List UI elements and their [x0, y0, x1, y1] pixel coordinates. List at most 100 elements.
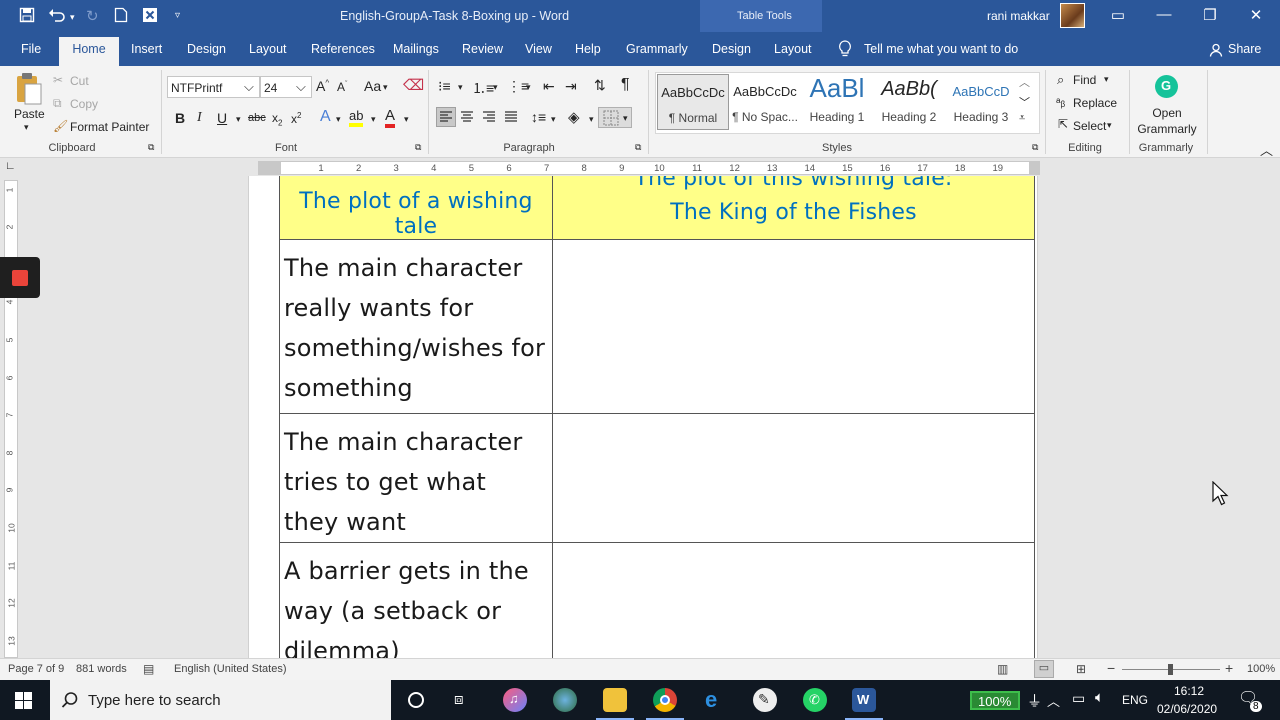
word-icon[interactable]: W — [852, 688, 876, 712]
shrink-font-icon[interactable]: Aˇ — [337, 80, 347, 94]
tab-review[interactable]: Review — [462, 42, 503, 56]
styles-scroll-up-icon[interactable]: ︿ — [1019, 74, 1030, 90]
screen-record-button[interactable] — [0, 257, 40, 298]
styles-scroll-down-icon[interactable]: ﹀ — [1019, 94, 1030, 110]
clipboard-launcher-icon[interactable]: ⧉ — [148, 142, 154, 153]
globe-app-icon[interactable] — [553, 688, 577, 712]
battery-indicator[interactable]: 100% — [970, 691, 1020, 710]
tab-insert[interactable]: Insert — [131, 42, 162, 56]
zoom-level[interactable]: 100% — [1247, 663, 1275, 675]
align-right-icon[interactable] — [480, 108, 498, 129]
align-left-icon[interactable] — [436, 107, 456, 127]
tab-mailings[interactable]: Mailings — [393, 42, 439, 56]
clock-time[interactable]: 16:12 — [1174, 684, 1204, 698]
text-effects-icon[interactable]: A — [320, 108, 331, 126]
minimize-icon[interactable]: — — [1154, 6, 1174, 23]
format-painter-button[interactable]: Format Painter — [70, 120, 149, 134]
tab-grammarly[interactable]: Grammarly — [626, 42, 688, 56]
underline-icon[interactable]: U — [217, 110, 227, 126]
clear-formatting-icon[interactable]: ⌫ — [403, 76, 424, 94]
tab-home[interactable]: Home — [59, 37, 119, 66]
paste-button[interactable]: Paste — [14, 107, 45, 121]
tell-me-search[interactable]: Tell me what you want to do — [864, 42, 1018, 56]
borders-button[interactable]: ▾ — [598, 107, 632, 128]
vertical-ruler[interactable]: 12345678910111213 — [4, 180, 18, 658]
close-icon[interactable]: ✕ — [1246, 6, 1266, 24]
shading-dropdown-icon[interactable]: ▾ — [589, 114, 594, 125]
grow-font-icon[interactable]: A^ — [316, 78, 329, 94]
table-cell[interactable]: The main character really wants for some… — [279, 239, 553, 414]
line-spacing-dropdown-icon[interactable]: ▾ — [551, 114, 556, 125]
user-name[interactable]: rani makkar — [987, 9, 1050, 23]
share-button[interactable]: Share — [1228, 42, 1261, 56]
style-heading-2[interactable]: AaBb( Heading 2 — [873, 74, 945, 130]
tab-file[interactable]: File — [21, 42, 41, 56]
whatsapp-icon[interactable]: ✆ — [803, 688, 827, 712]
web-layout-icon[interactable]: ⊞ — [1076, 662, 1086, 676]
chrome-icon[interactable] — [653, 688, 677, 712]
tab-references[interactable]: References — [311, 42, 375, 56]
zoom-out-icon[interactable]: − — [1107, 660, 1115, 676]
open-grammarly-button[interactable]: Open Grammarly — [1134, 105, 1200, 137]
proofing-icon[interactable]: ▤ — [143, 662, 154, 676]
avatar[interactable] — [1060, 3, 1085, 28]
font-launcher-icon[interactable]: ⧉ — [415, 142, 421, 153]
font-color-icon[interactable]: A — [385, 108, 396, 128]
borders-dropdown-icon[interactable]: ▾ — [623, 113, 628, 124]
paste-dropdown-icon[interactable]: ▾ — [24, 122, 29, 133]
redo-icon[interactable]: ↻ — [86, 7, 99, 25]
align-center-icon[interactable] — [458, 108, 476, 129]
document-table[interactable]: The plot of a wishing tale The plot of t… — [279, 176, 1035, 658]
styles-more-icon[interactable]: ⩡ — [1019, 112, 1025, 125]
ribbon-display-options-icon[interactable]: ▭ — [1108, 6, 1128, 24]
highlight-icon[interactable]: ab — [349, 109, 364, 127]
header-cell-right[interactable]: The plot of this wishing tale: The King … — [552, 176, 1035, 240]
new-document-icon[interactable] — [114, 7, 128, 27]
table-cell[interactable] — [552, 542, 1035, 658]
table-cell[interactable] — [552, 413, 1035, 543]
document-page[interactable]: The plot of a wishing tale The plot of t… — [248, 176, 1038, 658]
style-heading-1[interactable]: AaBl Heading 1 — [801, 73, 873, 130]
table-cell[interactable] — [552, 239, 1035, 414]
cut-button[interactable]: Cut — [70, 74, 89, 88]
cortana-icon[interactable] — [408, 692, 424, 708]
underline-dropdown-icon[interactable]: ▾ — [236, 114, 241, 125]
paragraph-launcher-icon[interactable]: ⧉ — [635, 142, 641, 153]
zoom-slider-thumb[interactable] — [1168, 664, 1173, 675]
share-icon[interactable] — [1209, 43, 1223, 60]
shading-icon[interactable]: ◈ — [568, 108, 580, 126]
grammarly-icon[interactable]: G — [1155, 75, 1178, 98]
show-formatting-icon[interactable]: ¶ — [621, 76, 630, 94]
collapse-ribbon-icon[interactable]: ︿ — [1260, 140, 1273, 159]
show-hidden-icons-icon[interactable]: ︿ — [1047, 691, 1060, 710]
itunes-icon[interactable]: ♫ — [503, 688, 527, 712]
bullets-dropdown-icon[interactable]: ▾ — [458, 82, 463, 93]
windows-start-icon[interactable] — [15, 692, 32, 712]
font-size-input[interactable]: 24 ⌵ — [260, 76, 312, 98]
replace-button[interactable]: Replace — [1073, 96, 1117, 110]
numbering-dropdown-icon[interactable]: ▾ — [493, 82, 498, 93]
table-cell[interactable]: The main character tries to get what the… — [279, 413, 553, 543]
strikethrough-icon[interactable]: abc — [248, 112, 266, 124]
read-mode-icon[interactable]: ▥ — [997, 662, 1008, 676]
font-name-input[interactable]: NTFPrintf ⌵ — [167, 76, 260, 98]
tab-layout[interactable]: Layout — [249, 42, 287, 56]
customize-qat-icon[interactable]: ▿ — [175, 10, 180, 21]
battery-icon[interactable]: ▭ — [1072, 690, 1085, 707]
file-explorer-icon[interactable] — [603, 688, 627, 712]
copy-button[interactable]: Copy — [70, 97, 98, 111]
horizontal-ruler[interactable]: 1 2 3 4 5 6 7 8 9 10 11 12 13 14 15 16 17 18 19 — [258, 161, 1040, 175]
zoom-in-icon[interactable]: + — [1225, 660, 1233, 676]
volume-icon[interactable]: 🔈︎ — [1095, 689, 1104, 706]
tab-help[interactable]: Help — [575, 42, 601, 56]
justify-icon[interactable] — [502, 108, 520, 129]
font-color-dropdown-icon[interactable]: ▾ — [404, 114, 409, 125]
edge-icon[interactable]: e — [705, 687, 717, 713]
change-case-button[interactable]: Aa — [364, 78, 381, 94]
tab-view[interactable]: View — [525, 42, 552, 56]
power-plug-icon[interactable]: ⏚ — [1027, 690, 1042, 711]
line-spacing-icon[interactable]: ↕≡ — [531, 109, 546, 125]
tab-selector-icon[interactable]: ∟ — [5, 160, 16, 172]
numbering-icon[interactable]: ⒈≡ — [472, 78, 494, 98]
change-case-dropdown-icon[interactable]: ▾ — [383, 82, 388, 93]
